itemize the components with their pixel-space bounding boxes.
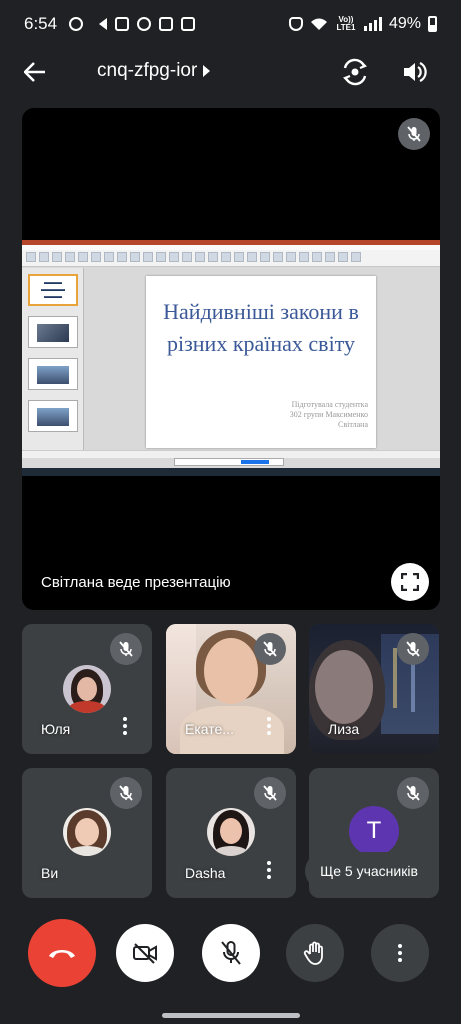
status-right: Vo)) LTE1 49%	[288, 15, 437, 33]
mic-off-badge	[397, 777, 429, 809]
presenter-mic-off-badge	[398, 118, 430, 150]
avatar-initial: T	[349, 806, 399, 856]
mic-off-badge	[254, 777, 286, 809]
slide-thumbnail	[28, 400, 78, 432]
mic-off-icon	[407, 126, 421, 142]
slide-subtitle: Підготувала студентка 302 групи Максимен…	[289, 400, 368, 429]
mic-off-icon	[406, 641, 420, 657]
participant-tile[interactable]: Екате...	[166, 624, 296, 754]
switch-camera-button[interactable]	[337, 54, 373, 90]
end-call-button[interactable]	[28, 919, 96, 987]
audio-output-button[interactable]	[396, 54, 432, 90]
slide-title: Найдивніші закони в різних країнах світу	[163, 299, 359, 356]
participant-tile[interactable]: Dasha	[166, 768, 296, 898]
more-options-button[interactable]	[371, 924, 429, 982]
hand-icon	[303, 941, 323, 965]
more-participants-chip[interactable]: Ще 5 учасників	[305, 852, 433, 890]
fullscreen-icon	[401, 573, 419, 591]
ppt-ribbon	[22, 240, 440, 267]
arrow-left-icon	[24, 62, 45, 82]
telegram-icon	[91, 18, 108, 30]
mic-toggle-button[interactable]	[202, 924, 260, 982]
status-bar: 6:54 Vo)) LTE1 49%	[0, 0, 461, 48]
mic-off-icon	[221, 941, 241, 965]
camera-toggle-button[interactable]	[116, 924, 174, 982]
mic-off-icon	[263, 785, 277, 801]
mic-off-icon	[119, 785, 133, 801]
slide-thumbnails: ▬▬▬ ▬▬▬▬ ▬▬▬	[22, 268, 84, 450]
avatar	[63, 665, 111, 713]
mic-off-badge	[397, 633, 429, 665]
top-bar: cnq-zfpg-ior	[0, 48, 461, 96]
battery-icon	[428, 16, 437, 32]
speaker-icon	[404, 62, 427, 82]
mic-off-badge	[254, 633, 286, 665]
network-label: Vo)) LTE1	[336, 15, 356, 32]
slide-thumbnail: ▬▬▬ ▬▬▬▬ ▬▬▬	[28, 274, 78, 306]
status-time: 6:54	[24, 14, 58, 33]
share-notification	[174, 458, 284, 466]
switch-camera-icon	[343, 58, 367, 86]
raise-hand-button[interactable]	[286, 924, 344, 982]
participant-tile[interactable]: Лиза	[309, 624, 439, 754]
meeting-code: cnq-zfpg-ior	[97, 60, 198, 81]
participant-name: Екате...	[185, 721, 234, 737]
status-left: 6:54	[24, 14, 196, 34]
camera-off-icon	[133, 943, 157, 964]
mic-off-badge	[110, 777, 142, 809]
more-options-button[interactable]	[113, 714, 137, 738]
gallery-icon	[181, 17, 196, 31]
chevron-right-icon	[203, 65, 211, 77]
shared-screen: ▬▬▬ ▬▬▬▬ ▬▬▬ Найдивніші закони в різних кр…	[22, 240, 440, 476]
wifi-icon	[310, 18, 327, 30]
participant-name: Ви	[41, 865, 59, 881]
vpn-icon	[288, 17, 303, 31]
presentation-panel[interactable]: ▬▬▬ ▬▬▬▬ ▬▬▬ Найдивніші закони в різних кр…	[22, 108, 440, 610]
more-vert-icon	[398, 944, 402, 962]
participant-tile[interactable]: Ви	[22, 768, 152, 898]
messenger-icon	[69, 17, 84, 31]
avatar	[207, 808, 255, 856]
slide-thumbnail	[28, 316, 78, 348]
participant-name: Dasha	[185, 865, 226, 881]
back-button[interactable]	[24, 56, 64, 88]
mic-off-icon	[406, 785, 420, 801]
ppt-statusbar	[22, 450, 440, 458]
fullscreen-button[interactable]	[391, 563, 429, 601]
mic-off-badge	[110, 633, 142, 665]
more-options-button[interactable]	[257, 714, 281, 738]
participant-name: Юля	[41, 721, 71, 737]
instagram-icon	[137, 17, 152, 31]
presenter-label: Світлана веде презентацію	[41, 574, 231, 591]
signal-icon	[363, 17, 382, 31]
battery-text: 49%	[388, 15, 421, 32]
avatar	[63, 808, 111, 856]
participant-tile[interactable]: Юля	[22, 624, 152, 754]
phone-hangup-icon	[49, 950, 75, 958]
meeting-title[interactable]: cnq-zfpg-ior	[97, 60, 211, 82]
participant-name: Лиза	[328, 721, 360, 737]
meet-icon	[115, 17, 130, 31]
app-icon	[159, 17, 174, 31]
windows-taskbar	[22, 468, 440, 476]
mic-off-icon	[263, 641, 277, 657]
home-indicator[interactable]	[162, 1013, 300, 1018]
more-options-button[interactable]	[257, 858, 281, 882]
mic-off-icon	[119, 641, 133, 657]
slide-thumbnail	[28, 358, 78, 390]
current-slide: Найдивніші закони в різних країнах світу…	[146, 276, 376, 448]
